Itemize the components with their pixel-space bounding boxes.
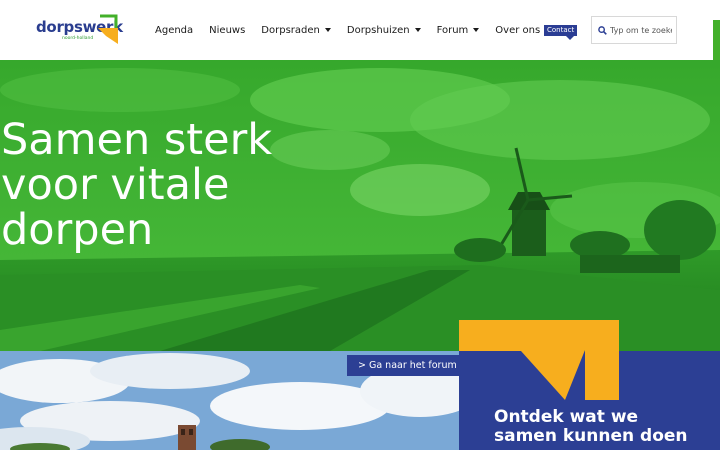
cta-title: Ontdek wat we samen kunnen doen	[494, 407, 688, 446]
accent-strip	[713, 20, 720, 60]
nav-item-over-ons[interactable]: Over ons	[495, 24, 552, 36]
search-icon	[598, 25, 607, 35]
chevron-down-icon	[414, 28, 421, 32]
nav-item-label: Dorpshuizen	[346, 24, 410, 36]
nav-item-agenda[interactable]: Agenda	[155, 25, 193, 36]
nav-item-label: Forum	[436, 24, 469, 36]
main-navigation: Agenda Nieuws Dorpsraden Dorpshuizen For…	[155, 22, 567, 38]
search-input[interactable]	[610, 25, 672, 35]
chevron-down-icon	[473, 28, 480, 32]
contact-button[interactable]: Contact	[544, 25, 578, 40]
site-header: dorpswerk noord-holland Agenda Nieuws Do…	[0, 0, 720, 60]
nav-item-label: Nieuws	[209, 24, 246, 36]
logo-mark-icon	[98, 14, 118, 44]
nav-item-forum[interactable]: Forum	[437, 25, 480, 36]
search-box[interactable]	[591, 16, 677, 44]
chevron-down-icon	[324, 28, 331, 32]
nav-item-label: Dorpsraden	[261, 24, 320, 36]
nav-item-dorpshuizen[interactable]: Dorpshuizen	[347, 25, 421, 36]
hero-title: Samen sterk voor vitale dorpen	[1, 115, 273, 255]
dorpswerk-logo[interactable]: dorpswerk noord-holland	[34, 14, 123, 46]
nav-item-dorpsraden[interactable]: Dorpsraden	[261, 25, 331, 36]
forum-link-button[interactable]: > Ga naar het forum	[347, 355, 459, 376]
nav-item-label: Over ons	[495, 24, 541, 36]
hero-banner: Samen sterk voor vitale dorpen	[0, 60, 720, 351]
brand-chevron-shape	[459, 320, 619, 400]
nav-item-nieuws[interactable]: Nieuws	[209, 25, 245, 36]
nav-item-label: Agenda	[155, 24, 194, 36]
logo-tagline: noord-holland	[62, 36, 94, 41]
